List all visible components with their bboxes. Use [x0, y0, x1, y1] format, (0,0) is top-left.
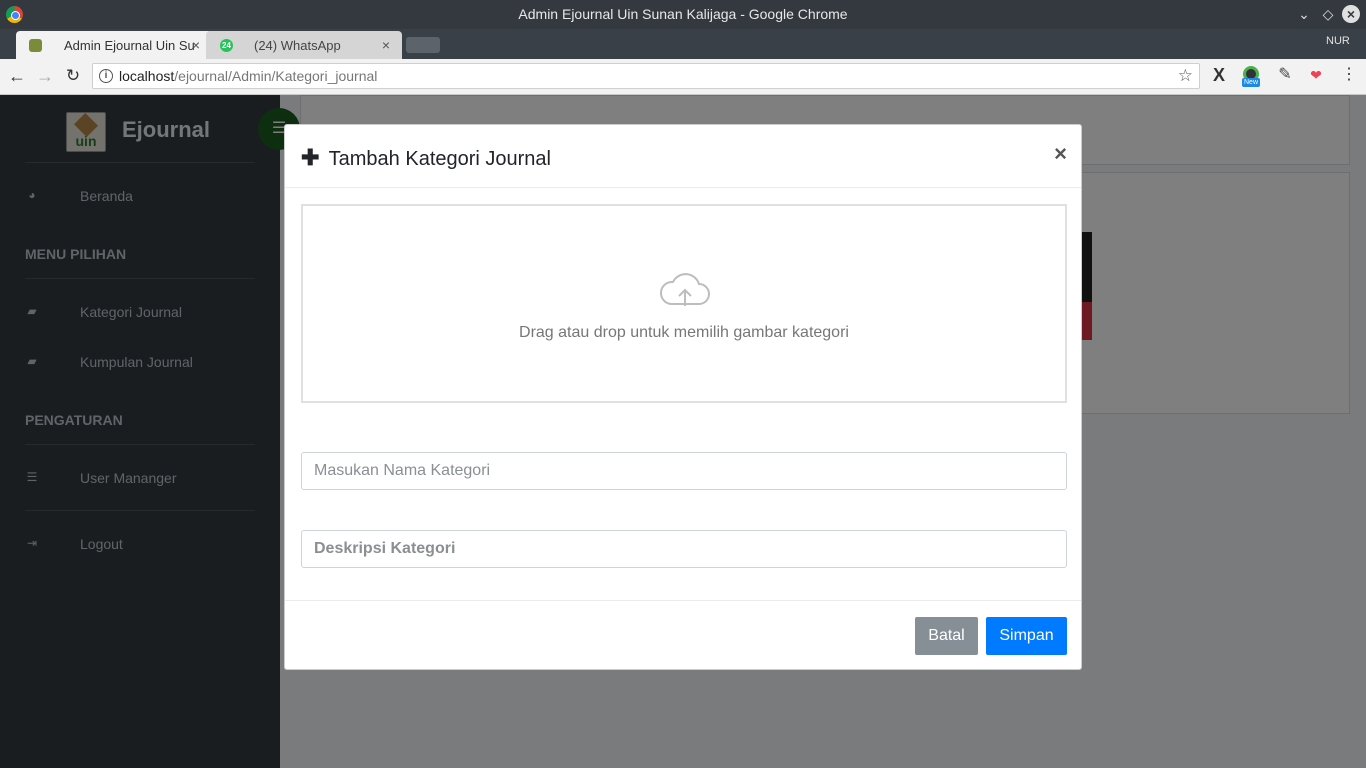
site-info-icon[interactable]: i [99, 69, 113, 83]
eyedropper-extension-icon[interactable]: ✎ [1274, 64, 1296, 86]
maximize-icon[interactable]: ◇ [1318, 4, 1338, 24]
back-arrow-icon[interactable]: ← [6, 65, 28, 87]
modal-footer: Batal Simpan [285, 600, 1081, 670]
chrome-menu-icon[interactable]: ⋮ [1338, 64, 1360, 86]
plus-icon: ✚ [301, 145, 320, 170]
tab-strip: Admin Ejournal Uin Su × 24 (24) WhatsApp… [0, 29, 1366, 59]
close-icon[interactable]: × [1054, 141, 1067, 167]
tab-admin-ejournal[interactable]: Admin Ejournal Uin Su × [16, 31, 212, 59]
simpan-button[interactable]: Simpan [986, 617, 1067, 655]
url-host: localhost [119, 68, 175, 84]
new-badge: New [1242, 78, 1261, 87]
url-text[interactable]: localhost/ejournal/Admin/Kategori_journa… [119, 68, 377, 84]
tab-whatsapp[interactable]: 24 (24) WhatsApp × [206, 31, 402, 59]
modal-header: ✚ Tambah Kategori Journal × [285, 125, 1081, 188]
batal-button[interactable]: Batal [915, 617, 978, 655]
browser-toolbar: ← → ↻ i localhost/ejournal/Admin/Kategor… [0, 59, 1366, 95]
dropzone-message: Drag atau drop untuk memilih gambar kate… [519, 324, 849, 341]
deskripsi-kategori-input[interactable]: Deskripsi Kategori [301, 530, 1067, 568]
close-window-icon[interactable]: × [1342, 5, 1360, 23]
cloud-upload-icon [659, 273, 710, 306]
tab-label: Admin Ejournal Uin Su [64, 38, 195, 53]
image-dropzone[interactable]: Drag atau drop untuk memilih gambar kate… [301, 204, 1067, 403]
new-tab-button[interactable] [406, 37, 440, 53]
window-title: Admin Ejournal Uin Sunan Kalijaga - Goog… [518, 6, 848, 22]
address-bar[interactable]: i localhost/ejournal/Admin/Kategori_jour… [92, 63, 1200, 89]
url-path: /ejournal/Admin/Kategori_journal [174, 68, 378, 84]
modal-title: ✚ Tambah Kategori Journal [301, 145, 551, 171]
modal-title-text: Tambah Kategori Journal [328, 148, 551, 170]
reload-icon[interactable]: ↻ [62, 65, 84, 87]
x-extension-icon[interactable]: X [1208, 64, 1230, 86]
nama-kategori-input[interactable]: Masukan Nama Kategori [301, 452, 1067, 490]
screen-recorder-extension-icon[interactable]: New [1240, 64, 1262, 87]
close-tab-icon[interactable]: × [382, 37, 390, 53]
minimize-icon[interactable]: ⌄ [1294, 4, 1314, 24]
tambah-kategori-modal: ✚ Tambah Kategori Journal × Drag atau dr… [284, 124, 1082, 670]
tab-label: (24) WhatsApp [254, 38, 341, 53]
whatsapp-favicon-icon: 24 [220, 39, 233, 52]
profile-name[interactable]: NUR [1326, 35, 1350, 47]
pocket-extension-icon[interactable]: ❤ [1305, 64, 1327, 86]
forward-arrow-icon[interactable]: → [34, 65, 56, 87]
bookmark-star-icon[interactable]: ☆ [1178, 66, 1193, 86]
close-tab-icon[interactable]: × [192, 37, 200, 53]
uin-favicon-icon [29, 39, 42, 52]
window-title-bar: Admin Ejournal Uin Sunan Kalijaga - Goog… [0, 0, 1366, 29]
